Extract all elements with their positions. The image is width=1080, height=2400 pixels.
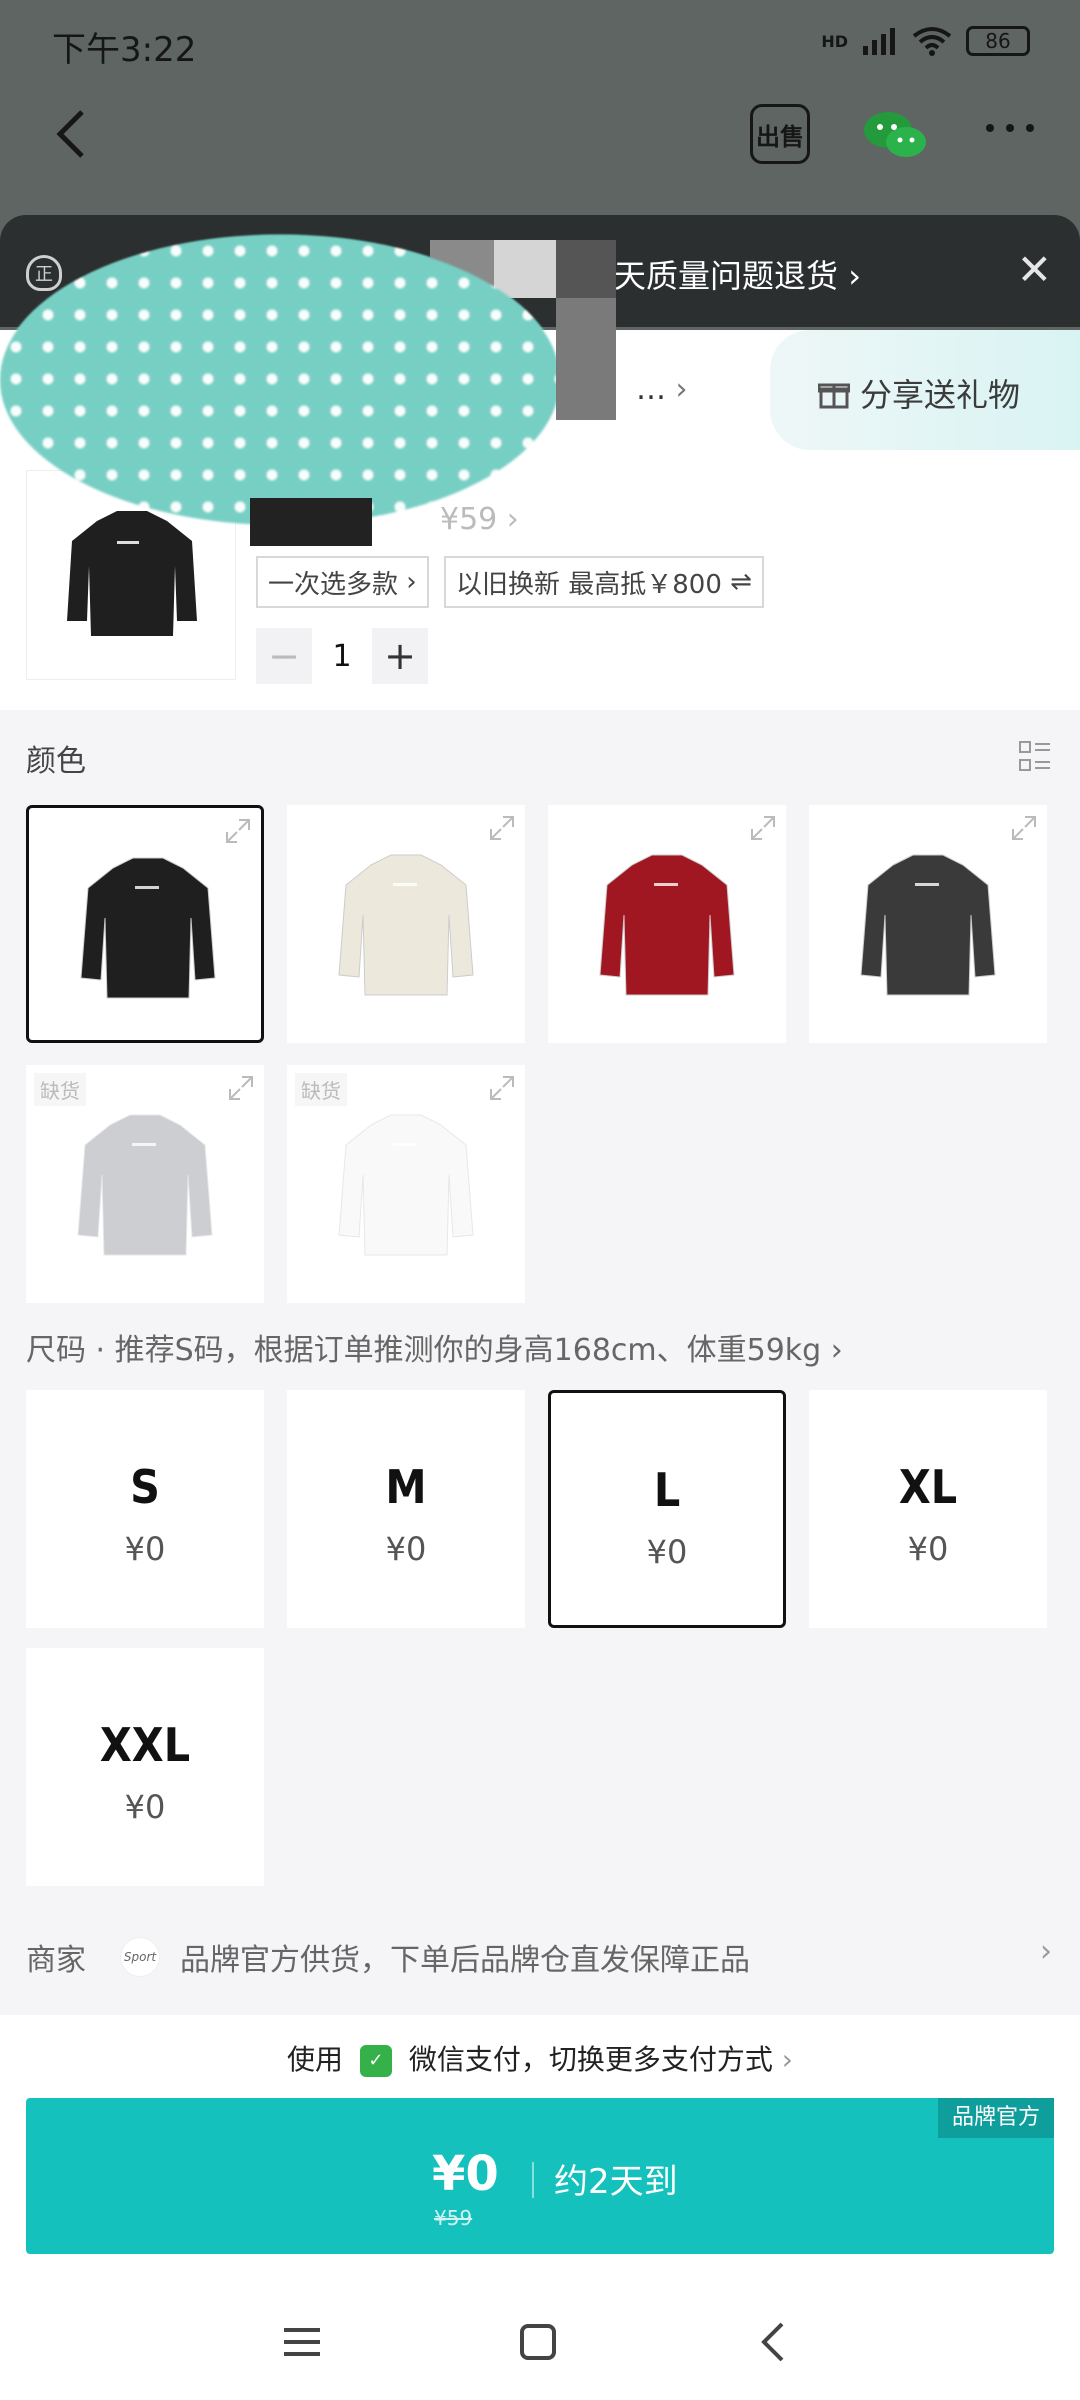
chevron-left-icon: [56, 110, 84, 158]
system-nav-bar: [0, 2290, 1080, 2400]
multi-select-chip[interactable]: 一次选多款 ›: [256, 556, 429, 608]
payment-method-row[interactable]: 使用 ✓ 微信支付，切换更多支付方式 ›: [0, 2038, 1080, 2078]
expand-icon[interactable]: [489, 815, 515, 841]
official-badge: 品牌官方: [937, 2098, 1054, 2138]
color-option[interactable]: 缺货: [26, 1065, 264, 1303]
certified-icon: 正: [26, 255, 62, 291]
out-of-stock-badge: 缺货: [34, 1073, 86, 1106]
buy-original-price: ¥59: [434, 2206, 473, 2230]
menu-icon[interactable]: [272, 2312, 332, 2372]
decrease-button[interactable]: −: [256, 628, 312, 684]
expand-icon[interactable]: [1011, 815, 1037, 841]
color-option[interactable]: [287, 805, 525, 1043]
quantity-value: 1: [332, 638, 352, 674]
expand-icon[interactable]: [750, 815, 776, 841]
size-option-l[interactable]: L ¥0: [548, 1390, 786, 1628]
reference-price: ¥59 ›: [440, 502, 519, 537]
size-option-m[interactable]: M ¥0: [287, 1390, 525, 1628]
payment-prefix: 使用: [287, 2043, 344, 2076]
share-gift-button[interactable]: 分享送礼物: [818, 370, 1020, 416]
redacted-pixel: [556, 298, 616, 420]
top-nav: 出售: [0, 90, 1080, 180]
status-icons: HD 86: [821, 26, 1030, 56]
out-of-stock-badge: 缺货: [295, 1073, 347, 1106]
size-option-s[interactable]: S ¥0: [26, 1390, 264, 1628]
battery-indicator: 86: [966, 26, 1030, 56]
redacted-price: [250, 498, 372, 546]
wechat-share-button[interactable]: [862, 110, 928, 162]
merchant-text: 品牌官方供货，下单后品牌仓直发保障正品: [180, 1943, 750, 1978]
expand-icon[interactable]: [489, 1075, 515, 1101]
share-label: 分享送礼物: [860, 376, 1021, 414]
sweater-image: [860, 854, 996, 996]
buy-price: ¥0: [432, 2146, 499, 2202]
expand-icon[interactable]: [228, 1075, 254, 1101]
payment-arrow: ›: [781, 2043, 793, 2076]
size-price: ¥0: [646, 1533, 688, 1571]
sweater-image: [599, 854, 735, 996]
divider: [532, 2162, 534, 2198]
sweater-image: [77, 1114, 213, 1256]
notice-text: 天质量问题退货 ›: [614, 257, 861, 295]
list-view-icon[interactable]: [1018, 740, 1052, 774]
color-option[interactable]: [26, 805, 264, 1043]
sell-button[interactable]: 出售: [750, 104, 810, 164]
delivery-eta: 约2天到: [554, 2162, 678, 2202]
wechat-pay-icon: ✓: [359, 2045, 392, 2077]
expand-icon[interactable]: [225, 818, 251, 844]
size-price: ¥0: [124, 1788, 166, 1826]
back-nav-icon[interactable]: [744, 2312, 804, 2372]
chevron-right-icon[interactable]: ›: [1040, 1934, 1052, 1969]
merchant-row[interactable]: 商家 Sport 品牌官方供货，下单后品牌仓直发保障正品: [26, 1935, 750, 1979]
size-label: M: [385, 1460, 427, 1514]
status-bar: 下午3:22 HD 86: [0, 0, 1080, 90]
buy-button[interactable]: 品牌官方 ¥0 ¥59 约2天到: [26, 2098, 1054, 2254]
color-option[interactable]: [548, 805, 786, 1043]
payment-method: 微信支付，切换更多支付方式: [408, 2043, 773, 2076]
home-icon[interactable]: [508, 2312, 568, 2372]
gift-icon: [818, 383, 850, 409]
battery-level: 86: [985, 29, 1011, 53]
sweater-image: [338, 1114, 474, 1256]
wechat-icon: [864, 112, 926, 157]
quantity-stepper: − 1 +: [256, 628, 428, 684]
sell-label: 出售: [756, 122, 804, 151]
redacted-pixel: [494, 240, 556, 298]
redacted-pixel: [556, 240, 616, 298]
network-label: HD: [821, 31, 848, 51]
size-price: ¥0: [124, 1530, 166, 1568]
more-button[interactable]: [980, 98, 1040, 158]
status-time: 下午3:22: [52, 30, 197, 70]
merchant-label: 商家: [26, 1943, 86, 1978]
wifi-icon: [912, 27, 952, 56]
size-label: L: [653, 1463, 681, 1517]
size-recommendation[interactable]: 尺码 · 推荐S码，根据订单推测你的身高168cm、体重59kg ›: [26, 1325, 843, 1369]
size-price: ¥0: [907, 1530, 949, 1568]
color-section-title: 颜色: [26, 744, 86, 779]
sweater-image: [80, 857, 216, 999]
more-icon: [986, 124, 1034, 132]
increase-button[interactable]: +: [372, 628, 428, 684]
size-option-xxl[interactable]: XXL ¥0: [26, 1648, 264, 1886]
product-name-more[interactable]: … ›: [636, 372, 688, 407]
size-label: XXL: [99, 1718, 191, 1772]
size-price: ¥0: [385, 1530, 427, 1568]
close-icon[interactable]: ✕: [1017, 245, 1052, 294]
signal-icon: [863, 28, 895, 55]
back-button[interactable]: [48, 104, 108, 164]
size-option-xl[interactable]: XL ¥0: [809, 1390, 1047, 1628]
size-label: S: [130, 1460, 160, 1514]
sweater-image: [338, 854, 474, 996]
merchant-logo: Sport: [120, 1937, 160, 1977]
size-label: XL: [898, 1460, 958, 1514]
trade-in-chip[interactable]: 以旧换新 最高抵￥800 ⇌: [444, 556, 764, 608]
color-option[interactable]: 缺货: [287, 1065, 525, 1303]
color-option[interactable]: [809, 805, 1047, 1043]
redacted-area: [0, 235, 560, 525]
